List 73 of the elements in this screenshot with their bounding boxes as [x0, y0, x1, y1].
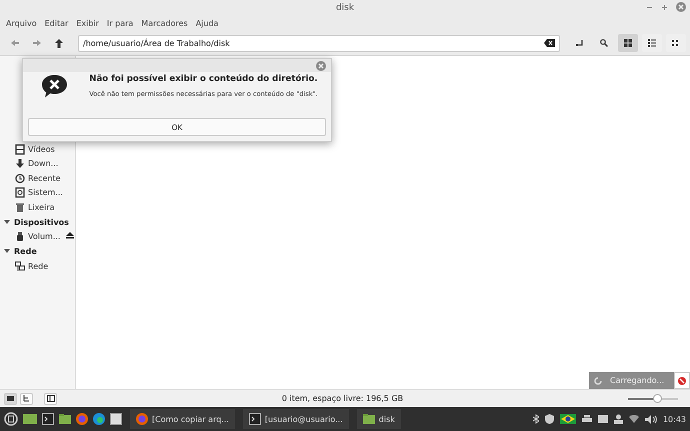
menu-item[interactable]: Ajuda [196, 18, 218, 28]
terminal-icon[interactable] [42, 413, 54, 425]
window-title: disk [336, 2, 354, 12]
bluetooth-icon[interactable] [532, 414, 539, 424]
section-heading[interactable]: Dispositivos [14, 218, 69, 226]
slider-thumb[interactable] [653, 394, 662, 402]
menu-icon[interactable] [4, 412, 18, 426]
drive-icon [15, 187, 25, 198]
sidebar-button[interactable] [44, 392, 57, 404]
menu-item[interactable]: Exibir [76, 18, 99, 28]
tree-button[interactable] [20, 392, 33, 404]
grid-view-icon [624, 39, 632, 47]
browser-icon [136, 413, 148, 425]
volume-icon[interactable] [644, 414, 657, 424]
sidebar-icon [46, 395, 54, 402]
places-icon [6, 395, 14, 402]
dialog-title: Não foi possível exibir o conteúdo do diretório. [89, 74, 318, 84]
sidebar-item[interactable]: Vídeos [28, 144, 55, 154]
taskbar-window-button[interactable]: disk [356, 409, 401, 429]
keyboard-layout-flag-icon[interactable] [560, 414, 576, 424]
usb-drive-icon [15, 231, 25, 242]
sidebar-item[interactable]: Sistem... [28, 188, 63, 198]
clear-icon[interactable] [544, 39, 555, 47]
spinner-icon [594, 376, 602, 384]
compact-view-button[interactable] [666, 34, 686, 52]
folder-icon[interactable] [59, 413, 71, 425]
compact-view-icon [672, 39, 680, 47]
menu-item[interactable]: Editar [44, 18, 68, 28]
search-icon[interactable] [600, 39, 608, 47]
menu-item[interactable]: Ir para [106, 18, 134, 28]
collapse-arrow-icon[interactable] [4, 249, 10, 254]
taskbar-window-button[interactable]: [Como copiar arq... [130, 409, 235, 429]
film-icon [15, 144, 25, 155]
wifi-icon[interactable] [628, 415, 639, 423]
trash-icon [15, 202, 25, 213]
stop-button[interactable] [674, 372, 690, 389]
close-icon[interactable] [676, 2, 686, 12]
loading-label: Carregando... [610, 376, 664, 385]
clock: 10:43 [662, 414, 686, 424]
close-icon[interactable] [316, 60, 326, 70]
collapse-arrow-icon[interactable] [4, 220, 10, 224]
grid-view-button[interactable] [618, 34, 638, 52]
sidebar-item[interactable]: Volum... [28, 232, 60, 242]
list-view-button[interactable] [642, 34, 662, 52]
tree-icon [22, 395, 30, 402]
stop-icon [678, 376, 686, 384]
up-arrow-icon[interactable] [55, 38, 63, 48]
toggle-location-icon[interactable] [576, 39, 584, 47]
user-icon[interactable] [614, 414, 623, 424]
down-arrow-icon [15, 158, 25, 170]
sidebar-item[interactable]: Lixeira [28, 202, 55, 212]
sidebar-item[interactable]: Down... [28, 159, 58, 168]
list-view-icon [648, 39, 656, 47]
eject-icon[interactable] [66, 232, 74, 240]
maximize-icon[interactable] [661, 4, 668, 10]
location-field[interactable]: /home/usuario/Área de Trabalho/disk [78, 34, 560, 52]
browser-icon[interactable] [76, 413, 88, 425]
printer-icon[interactable] [582, 414, 592, 424]
status-text: 0 item, espaço livre: 196,5 GB [280, 394, 404, 403]
taskbar-window-button[interactable]: [usuario@usuario... [242, 409, 349, 429]
clock-icon [15, 172, 25, 184]
display-icon[interactable] [598, 414, 608, 424]
menu-item[interactable]: Marcadores [141, 18, 188, 28]
error-bubble-icon [41, 74, 68, 98]
folder-icon [362, 413, 375, 425]
terminal-icon [248, 413, 261, 425]
sidebar-item[interactable]: Rede [28, 262, 48, 271]
network-icon [15, 260, 25, 272]
places-button[interactable] [4, 392, 17, 404]
sidebar-item[interactable]: Recente [28, 174, 61, 183]
desktop-icon[interactable] [23, 413, 37, 425]
menu-item[interactable]: Arquivo [6, 18, 37, 28]
section-heading[interactable]: Rede [14, 247, 37, 256]
